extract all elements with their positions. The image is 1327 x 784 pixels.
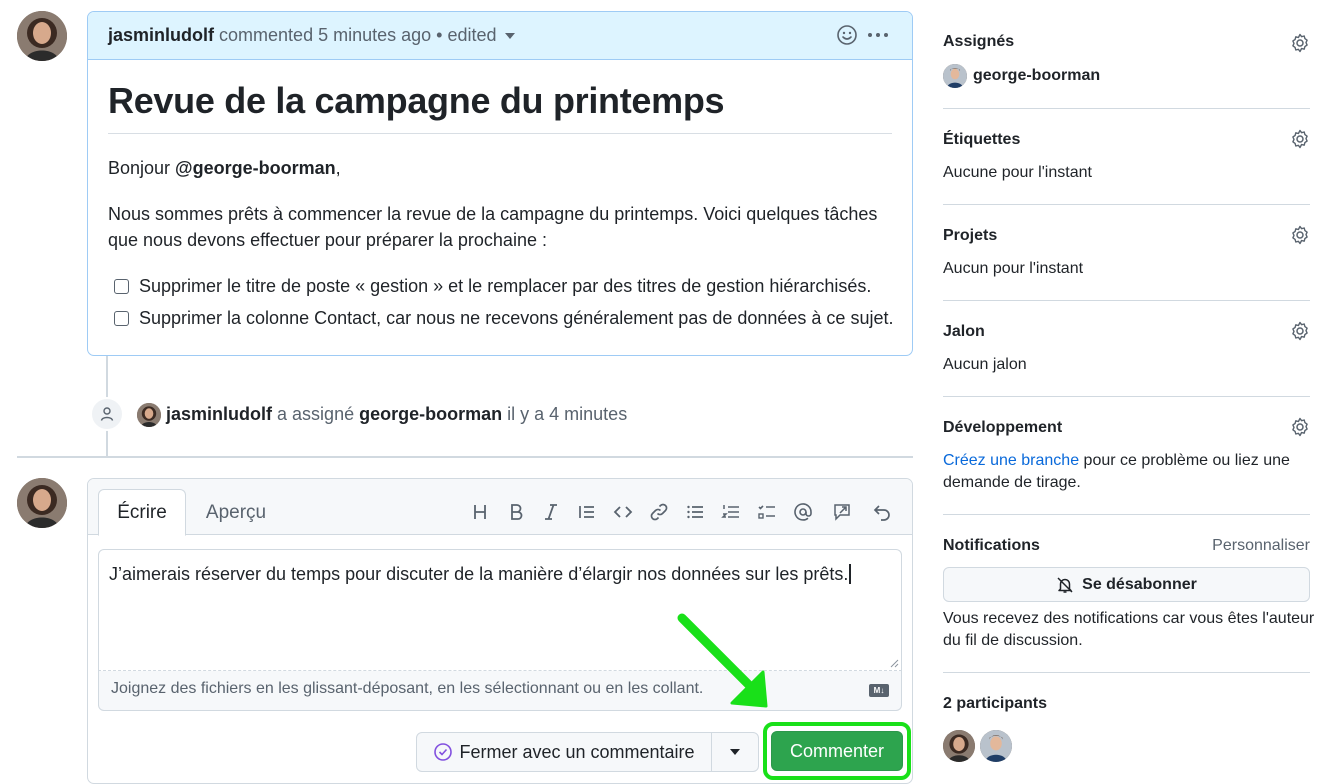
assignee-avatar[interactable] — [943, 64, 967, 88]
sidebar-divider — [943, 396, 1310, 397]
heading-icon[interactable] — [469, 501, 491, 523]
sidebar-divider — [943, 108, 1310, 109]
participant-avatar[interactable] — [943, 730, 975, 762]
actor-avatar[interactable] — [137, 403, 161, 427]
link-icon[interactable] — [648, 501, 670, 523]
check-circle-icon — [434, 743, 453, 761]
event-target[interactable]: george-boorman — [359, 404, 502, 424]
participants-heading: 2 participants — [943, 695, 1048, 712]
comment-header-text: jasminludolf commented 5 minutes ago • e… — [108, 25, 515, 46]
close-with-comment-button[interactable]: Fermer avec un commentaire — [416, 732, 712, 772]
smiley-icon[interactable] — [836, 24, 858, 46]
event-time[interactable]: il y a 4 minutes — [507, 404, 627, 424]
notifications-heading: Notifications — [943, 537, 1040, 554]
milestone-value: Aucun jalon — [943, 356, 1027, 373]
triangle-down-icon — [730, 749, 740, 755]
labels-value: Aucune pour l'instant — [943, 164, 1092, 181]
unordered-list-icon[interactable] — [684, 501, 706, 523]
annotation-arrow-icon — [677, 613, 768, 708]
sidebar-divider — [943, 204, 1310, 205]
italic-icon[interactable] — [540, 501, 562, 523]
reference-icon[interactable] — [831, 501, 853, 523]
timeline-event: jasminludolf a assigné george-boorman il… — [166, 404, 628, 424]
chevron-down-icon[interactable] — [504, 33, 515, 40]
labels-heading: Étiquettes — [943, 131, 1021, 148]
development-text-2: demande de tirage. — [943, 474, 1081, 491]
task-checkbox[interactable] — [114, 279, 129, 294]
markdown-icon[interactable]: M↓ — [869, 684, 889, 697]
bell-slash-icon — [1057, 576, 1073, 593]
mention-icon[interactable] — [792, 501, 814, 523]
kebab-horizontal-icon[interactable] — [866, 24, 890, 46]
ordered-list-icon[interactable] — [720, 501, 742, 523]
task-item: Supprimer le titre de poste « gestion » … — [114, 276, 871, 297]
notifications-reason: Vous recevez des notifications car vous … — [943, 610, 1315, 627]
quote-icon[interactable] — [576, 501, 598, 523]
event-actor[interactable]: jasminludolf — [166, 404, 272, 424]
customize-link[interactable]: Personnaliser — [1212, 537, 1310, 555]
current-user-avatar[interactable] — [17, 478, 67, 528]
task-checkbox[interactable] — [114, 311, 129, 326]
notifications-reason-2: du fil de discussion. — [943, 632, 1083, 649]
attach-files-bar[interactable]: Joignez des fichiers en les glissant-dép… — [98, 671, 902, 711]
development-heading: Développement — [943, 419, 1063, 436]
task-item: Supprimer la colonne Contact, car nous n… — [114, 308, 893, 329]
projects-value: Aucun pour l'instant — [943, 260, 1084, 277]
greeting: Bonjour @george-boorman, — [108, 158, 341, 178]
assignees-heading: Assignés — [943, 33, 1015, 50]
code-icon[interactable] — [612, 501, 634, 523]
comment-header: jasminludolf commented 5 minutes ago • e… — [88, 12, 912, 60]
comment-title: Revue de la campagne du printemps — [108, 80, 725, 121]
participant-avatar[interactable] — [980, 730, 1012, 762]
person-icon — [90, 397, 124, 431]
comment-submit-button[interactable]: Commenter — [771, 731, 903, 771]
comment-paragraph: Nous sommes prêts à commencer la revue d… — [108, 204, 878, 250]
gear-icon[interactable] — [1290, 33, 1310, 53]
unsubscribe-button[interactable]: Se désabonner — [943, 567, 1310, 602]
title-divider — [108, 133, 892, 134]
task-list-icon[interactable] — [756, 501, 778, 523]
author-avatar[interactable] — [17, 11, 67, 61]
close-options-dropdown[interactable] — [711, 732, 759, 772]
comment-author[interactable]: jasminludolf — [108, 25, 214, 45]
milestone-heading: Jalon — [943, 323, 985, 340]
gear-icon[interactable] — [1290, 225, 1310, 245]
tab-write[interactable]: Écrire — [98, 489, 186, 536]
resize-handle-icon[interactable] — [889, 658, 899, 668]
tab-preview[interactable]: Aperçu — [193, 489, 279, 536]
gear-icon[interactable] — [1290, 129, 1310, 149]
sidebar-divider — [943, 300, 1310, 301]
gear-icon[interactable] — [1290, 321, 1310, 341]
comment-meta: commented 5 minutes ago — [219, 25, 432, 45]
comment-button-highlight: Commenter — [763, 722, 911, 780]
sidebar-divider — [943, 672, 1310, 673]
comment-textarea[interactable]: J’aimerais réserver du temps pour discut… — [98, 549, 902, 671]
gear-icon[interactable] — [1290, 417, 1310, 437]
development-text: Créez une branche pour ce problème ou li… — [943, 452, 1290, 469]
sidebar-divider — [943, 514, 1310, 515]
text-cursor — [849, 564, 851, 584]
editor-header: Écrire Aperçu — [88, 479, 912, 536]
edited-label[interactable]: edited — [447, 25, 496, 45]
projects-heading: Projets — [943, 227, 998, 244]
comment-editor: Écrire Aperçu J’aimerais réserver du tem… — [87, 478, 913, 784]
create-branch-link[interactable]: Créez une branche — [943, 452, 1079, 469]
timeline-divider — [17, 456, 913, 458]
bold-icon[interactable] — [505, 501, 527, 523]
issue-comment: jasminludolf commented 5 minutes ago • e… — [87, 11, 913, 356]
mention-link[interactable]: @george-boorman — [175, 158, 336, 178]
undo-icon[interactable] — [871, 501, 893, 523]
assignee-name[interactable]: george-boorman — [973, 67, 1100, 85]
